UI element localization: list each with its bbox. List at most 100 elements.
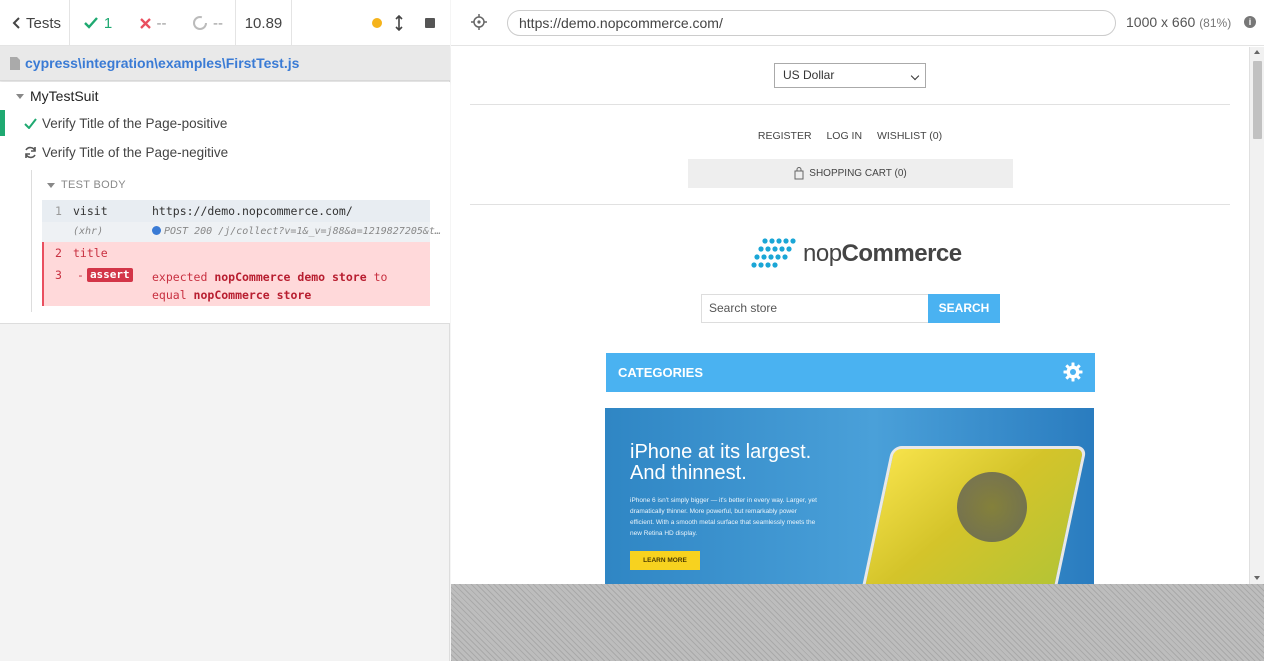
search-button[interactable]: SEARCH (928, 294, 1000, 323)
command-title[interactable]: 2 title (42, 242, 430, 264)
login-link[interactable]: LOG IN (826, 130, 862, 142)
passed-indicator-bar (0, 110, 5, 136)
command-name: visit (73, 204, 108, 218)
stop-button[interactable] (410, 18, 450, 28)
assert-badge: - assert (77, 268, 133, 282)
spec-path-link[interactable]: cypress\integration\examples\FirstTest.j… (25, 55, 299, 71)
assert-actual: nopCommerce demo store (214, 270, 367, 284)
scroll-down-icon[interactable] (1254, 576, 1260, 580)
logo-text-bold: Commerce (841, 240, 963, 267)
caret-down-icon (47, 182, 55, 188)
test-body-label: TEST BODY (61, 179, 126, 191)
gear-icon[interactable] (1063, 362, 1083, 382)
test-body-header[interactable]: TEST BODY (47, 179, 126, 191)
pending-count: -- (180, 0, 236, 46)
command-xhr[interactable]: (xhr) POST 200 /j/collect?v=1&_v=j88&a=1… (42, 222, 441, 242)
chevron-left-icon (12, 17, 20, 29)
suite-title[interactable]: MyTestSuit (16, 88, 98, 104)
cypress-runner: Tests 1 -- -- 10.89 cypress\integration\… (0, 0, 1264, 661)
running-indicator (366, 18, 388, 28)
learn-more-button[interactable]: LEARN MORE (630, 551, 700, 570)
viewport-size: 1000 x 660 (1126, 14, 1196, 30)
runnables: MyTestSuit Verify Title of the Page-posi… (0, 82, 450, 324)
sync-icon (25, 146, 36, 158)
viewport-scale: (81%) (1199, 16, 1232, 30)
logo-text-light: nop (803, 240, 842, 267)
auto-scroll-toggle[interactable] (388, 15, 410, 31)
assert-tag: assert (86, 268, 133, 282)
home-banner-slide[interactable]: iPhone at its largest. And thinnest. iPh… (605, 408, 1094, 584)
cart-label: SHOPPING CART (0) (809, 168, 907, 179)
assert-message: expected nopCommerce demo store to equal… (152, 268, 427, 304)
info-icon[interactable]: i (1244, 16, 1256, 28)
check-icon (24, 117, 37, 129)
caret-down-icon (16, 93, 24, 99)
scroll-up-icon[interactable] (1254, 50, 1260, 54)
aut-header: https://demo.nopcommerce.com/ 1000 x 660… (451, 0, 1264, 46)
command-assert[interactable]: 3 - assert expected nopCommerce demo sto… (42, 264, 430, 306)
spec-bar: cypress\integration\examples\FirstTest.j… (0, 46, 450, 81)
tests-back-button[interactable]: Tests (0, 0, 70, 46)
wishlist-link[interactable]: WISHLIST (0) (877, 130, 942, 142)
failed-count-value: -- (156, 14, 167, 32)
logo-text: nopCommerce (803, 240, 962, 268)
command-name: (xhr) (73, 226, 104, 237)
store-logo[interactable]: nopCommerce (751, 237, 962, 271)
tests-label: Tests (26, 14, 62, 32)
x-icon (139, 17, 151, 29)
reporter-panel: Tests 1 -- -- 10.89 cypress\integration\… (0, 0, 450, 661)
passed-count: 1 (70, 0, 125, 46)
passed-count-value: 1 (103, 14, 113, 32)
shopping-cart-link[interactable]: SHOPPING CART (0) (688, 159, 1013, 188)
aut-iframe: US Dollar REGISTER LOG IN WISHLIST (0) S… (451, 47, 1264, 584)
scroll-thumb[interactable] (1253, 61, 1262, 139)
categories-menu-bar[interactable]: CATEGORIES (606, 353, 1095, 392)
duration: 10.89 (236, 0, 292, 46)
circle-notch-icon (193, 16, 207, 30)
test-item-positive[interactable]: Verify Title of the Page-positive (0, 110, 450, 136)
command-message: https://demo.nopcommerce.com/ (152, 204, 353, 218)
header-links: REGISTER LOG IN WISHLIST (0) (451, 130, 1249, 142)
test-item-negative[interactable]: Verify Title of the Page-negitive (0, 139, 450, 165)
assert-text: expected (152, 270, 215, 284)
status-dot-icon (372, 18, 382, 28)
command-number: 1 (55, 204, 62, 218)
failed-count: -- (125, 0, 180, 46)
banner-title: iPhone at its largest. And thinnest. (630, 442, 811, 484)
url-bar[interactable]: https://demo.nopcommerce.com/ (507, 10, 1116, 36)
runner-controls (292, 0, 450, 46)
currency-select[interactable]: US Dollar (774, 63, 926, 88)
aut-panel: https://demo.nopcommerce.com/ 1000 x 660… (451, 0, 1264, 661)
command-number: 2 (55, 246, 62, 260)
arrows-vertical-icon (395, 15, 403, 31)
command-message: POST 200 /j/collect?v=1&_v=j88&a=1219827… (164, 226, 441, 237)
test-body: TEST BODY 1 visit https://demo.nopcommer… (31, 170, 441, 312)
file-icon (10, 56, 20, 70)
assert-dash: - (77, 268, 84, 282)
shopping-bag-icon (794, 167, 804, 180)
divider (470, 204, 1230, 205)
command-name: title (73, 246, 108, 260)
viewport-info: 1000 x 660 (81%) (1126, 14, 1231, 30)
crosshair-icon[interactable] (471, 14, 487, 30)
nopcommerce-logo-icon (751, 238, 796, 268)
test-title: Verify Title of the Page-negitive (42, 144, 229, 160)
chevron-down-icon (910, 71, 920, 81)
check-icon (83, 17, 98, 29)
banner-title-line: And thinnest. (630, 462, 747, 484)
banner-title-line: iPhone at its largest. (630, 441, 812, 463)
test-title: Verify Title of the Page-positive (42, 115, 228, 131)
categories-label: CATEGORIES (618, 365, 703, 380)
xhr-status-icon (152, 226, 161, 235)
command-visit[interactable]: 1 visit https://demo.nopcommerce.com/ (42, 200, 430, 222)
currency-value: US Dollar (783, 68, 835, 82)
command-number: 3 (55, 268, 62, 282)
command-message-wrap: POST 200 /j/collect?v=1&_v=j88&a=1219827… (152, 222, 441, 242)
register-link[interactable]: REGISTER (758, 130, 812, 142)
stop-icon (425, 18, 435, 28)
banner-text: iPhone 6 isn't simply bigger — it's bett… (630, 497, 817, 537)
stats-header: Tests 1 -- -- 10.89 (0, 0, 450, 46)
pending-count-value: -- (213, 14, 223, 32)
aut-scrollbar[interactable] (1249, 47, 1264, 584)
search-input[interactable]: Search store (701, 294, 929, 323)
